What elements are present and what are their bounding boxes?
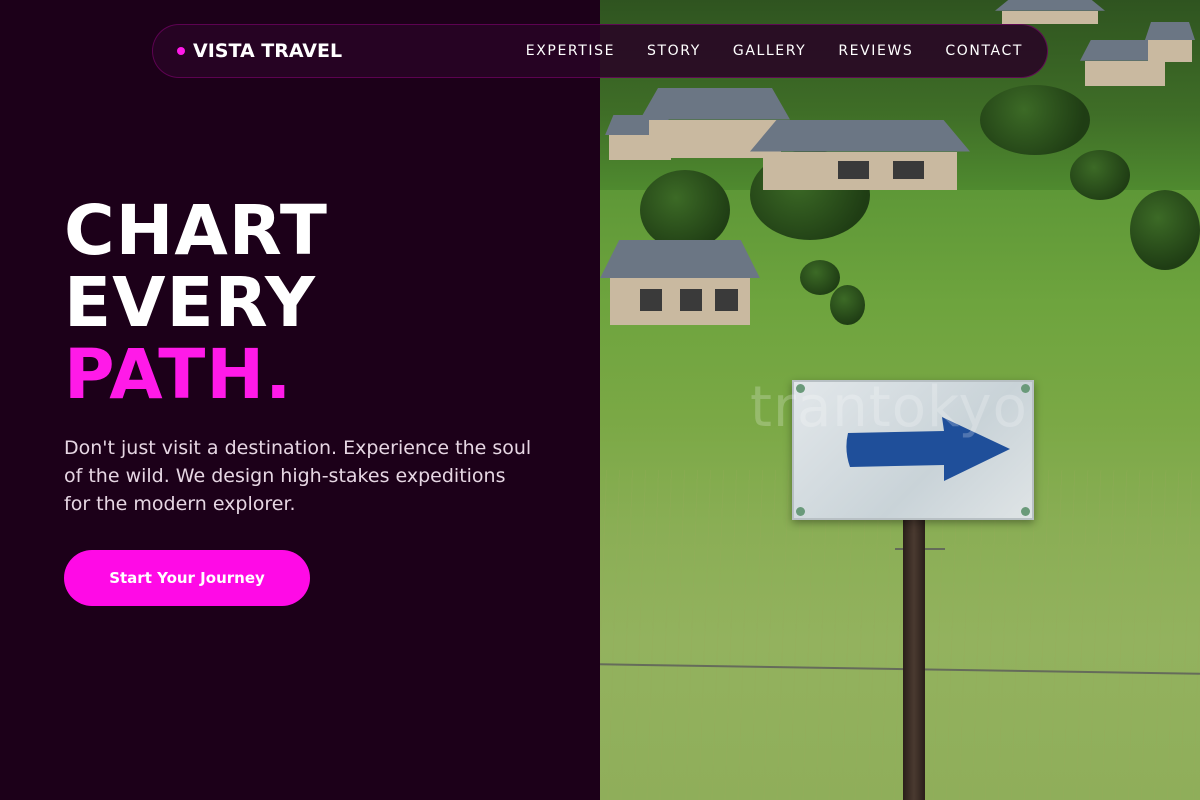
brand-name: VISTA TRAVEL — [193, 40, 343, 62]
tree — [800, 260, 840, 295]
photo-watermark: trantokyo — [750, 375, 1028, 440]
house — [1145, 22, 1195, 62]
hero-subtitle: Don't just visit a destination. Experien… — [64, 437, 532, 515]
house — [995, 0, 1105, 24]
headline-accent-line: PATH. — [64, 335, 293, 415]
tree — [980, 85, 1090, 155]
nav-link-gallery[interactable]: GALLERY — [733, 43, 806, 59]
start-journey-button[interactable]: Start Your Journey — [64, 550, 310, 606]
nav-link-contact[interactable]: CONTACT — [945, 43, 1023, 59]
nav-links: EXPERTISE STORY GALLERY REVIEWS CONTACT — [526, 43, 1023, 59]
brand-dot-icon — [177, 47, 185, 55]
nav-link-reviews[interactable]: REVIEWS — [838, 43, 913, 59]
hero-photo: trantokyo — [600, 0, 1200, 800]
tree — [640, 170, 730, 250]
hero-headline: CHART EVERY PATH. — [64, 195, 328, 411]
tree — [830, 285, 865, 325]
headline-line: CHART — [64, 191, 328, 271]
nav-link-expertise[interactable]: EXPERTISE — [526, 43, 615, 59]
tree — [1070, 150, 1130, 200]
brand-logo[interactable]: VISTA TRAVEL — [177, 40, 342, 62]
nav-link-story[interactable]: STORY — [647, 43, 701, 59]
house — [600, 240, 760, 325]
navbar: VISTA TRAVEL EXPERTISE STORY GALLERY REV… — [152, 24, 1048, 78]
headline-line: EVERY — [64, 263, 316, 343]
sign-post — [903, 515, 925, 800]
tree — [1130, 190, 1200, 270]
house — [750, 120, 970, 190]
